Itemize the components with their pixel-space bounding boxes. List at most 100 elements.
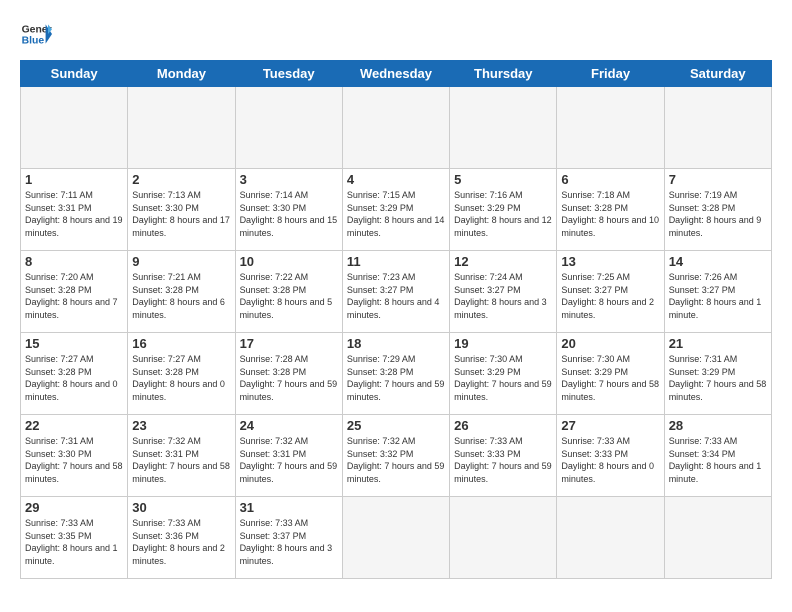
day-number: 29 (25, 500, 123, 515)
sunset-text: Sunset: 3:31 PM (132, 449, 199, 459)
sunset-text: Sunset: 3:28 PM (561, 203, 628, 213)
sunrise-text: Sunrise: 7:24 AM (454, 272, 523, 282)
day-cell-24: 24 Sunrise: 7:32 AM Sunset: 3:31 PM Dayl… (235, 415, 342, 497)
sunset-text: Sunset: 3:37 PM (240, 531, 307, 541)
sunset-text: Sunset: 3:29 PM (454, 367, 521, 377)
sunrise-text: Sunrise: 7:30 AM (454, 354, 523, 364)
day-number: 12 (454, 254, 552, 269)
sunrise-text: Sunrise: 7:15 AM (347, 190, 416, 200)
daylight-text: Daylight: 7 hours and 59 minutes. (454, 379, 552, 402)
sunset-text: Sunset: 3:28 PM (347, 367, 414, 377)
sunrise-text: Sunrise: 7:20 AM (25, 272, 94, 282)
daylight-text: Daylight: 7 hours and 58 minutes. (561, 379, 659, 402)
sunrise-text: Sunrise: 7:33 AM (669, 436, 738, 446)
day-cell-26: 26 Sunrise: 7:33 AM Sunset: 3:33 PM Dayl… (450, 415, 557, 497)
sunrise-text: Sunrise: 7:23 AM (347, 272, 416, 282)
cell-info: Sunrise: 7:32 AM Sunset: 3:31 PM Dayligh… (240, 435, 338, 485)
cell-info: Sunrise: 7:31 AM Sunset: 3:30 PM Dayligh… (25, 435, 123, 485)
day-number: 18 (347, 336, 445, 351)
cell-info: Sunrise: 7:16 AM Sunset: 3:29 PM Dayligh… (454, 189, 552, 239)
daylight-text: Daylight: 8 hours and 0 minutes. (25, 379, 118, 402)
sunrise-text: Sunrise: 7:27 AM (132, 354, 201, 364)
sunrise-text: Sunrise: 7:32 AM (240, 436, 309, 446)
daylight-text: Daylight: 7 hours and 59 minutes. (454, 461, 552, 484)
day-cell-12: 12 Sunrise: 7:24 AM Sunset: 3:27 PM Dayl… (450, 251, 557, 333)
sunset-text: Sunset: 3:36 PM (132, 531, 199, 541)
daylight-text: Daylight: 8 hours and 1 minute. (669, 297, 762, 320)
cell-info: Sunrise: 7:15 AM Sunset: 3:29 PM Dayligh… (347, 189, 445, 239)
logo-icon: General Blue (20, 18, 52, 50)
day-number: 17 (240, 336, 338, 351)
day-cell-25: 25 Sunrise: 7:32 AM Sunset: 3:32 PM Dayl… (342, 415, 449, 497)
cell-info: Sunrise: 7:18 AM Sunset: 3:28 PM Dayligh… (561, 189, 659, 239)
cell-info: Sunrise: 7:13 AM Sunset: 3:30 PM Dayligh… (132, 189, 230, 239)
daylight-text: Daylight: 8 hours and 17 minutes. (132, 215, 230, 238)
sunset-text: Sunset: 3:28 PM (132, 285, 199, 295)
sunset-text: Sunset: 3:27 PM (454, 285, 521, 295)
calendar-row: 15 Sunrise: 7:27 AM Sunset: 3:28 PM Dayl… (21, 333, 772, 415)
day-number: 7 (669, 172, 767, 187)
day-cell-31: 31 Sunrise: 7:33 AM Sunset: 3:37 PM Dayl… (235, 497, 342, 579)
day-header-thursday: Thursday (450, 61, 557, 87)
daylight-text: Daylight: 8 hours and 9 minutes. (669, 215, 762, 238)
day-cell-5: 5 Sunrise: 7:16 AM Sunset: 3:29 PM Dayli… (450, 169, 557, 251)
sunset-text: Sunset: 3:34 PM (669, 449, 736, 459)
day-cell-11: 11 Sunrise: 7:23 AM Sunset: 3:27 PM Dayl… (342, 251, 449, 333)
cell-info: Sunrise: 7:31 AM Sunset: 3:29 PM Dayligh… (669, 353, 767, 403)
day-cell-27: 27 Sunrise: 7:33 AM Sunset: 3:33 PM Dayl… (557, 415, 664, 497)
day-cell-8: 8 Sunrise: 7:20 AM Sunset: 3:28 PM Dayli… (21, 251, 128, 333)
daylight-text: Daylight: 7 hours and 59 minutes. (240, 461, 338, 484)
empty-cell (450, 87, 557, 169)
sunrise-text: Sunrise: 7:14 AM (240, 190, 309, 200)
sunrise-text: Sunrise: 7:25 AM (561, 272, 630, 282)
sunrise-text: Sunrise: 7:29 AM (347, 354, 416, 364)
cell-info: Sunrise: 7:11 AM Sunset: 3:31 PM Dayligh… (25, 189, 123, 239)
page: General Blue SundayMondayTuesdayWednesda… (0, 0, 792, 589)
day-cell-29: 29 Sunrise: 7:33 AM Sunset: 3:35 PM Dayl… (21, 497, 128, 579)
empty-cell (342, 87, 449, 169)
sunset-text: Sunset: 3:28 PM (669, 203, 736, 213)
sunset-text: Sunset: 3:29 PM (454, 203, 521, 213)
daylight-text: Daylight: 7 hours and 58 minutes. (25, 461, 123, 484)
daylight-text: Daylight: 8 hours and 0 minutes. (132, 379, 225, 402)
day-cell-6: 6 Sunrise: 7:18 AM Sunset: 3:28 PM Dayli… (557, 169, 664, 251)
daylight-text: Daylight: 8 hours and 4 minutes. (347, 297, 440, 320)
sunset-text: Sunset: 3:32 PM (347, 449, 414, 459)
daylight-text: Daylight: 8 hours and 6 minutes. (132, 297, 225, 320)
cell-info: Sunrise: 7:30 AM Sunset: 3:29 PM Dayligh… (454, 353, 552, 403)
empty-cell (21, 87, 128, 169)
day-cell-3: 3 Sunrise: 7:14 AM Sunset: 3:30 PM Dayli… (235, 169, 342, 251)
daylight-text: Daylight: 7 hours and 58 minutes. (669, 379, 767, 402)
daylight-text: Daylight: 8 hours and 15 minutes. (240, 215, 338, 238)
calendar-header-row: SundayMondayTuesdayWednesdayThursdayFrid… (21, 61, 772, 87)
sunset-text: Sunset: 3:33 PM (454, 449, 521, 459)
calendar-row (21, 87, 772, 169)
cell-info: Sunrise: 7:32 AM Sunset: 3:31 PM Dayligh… (132, 435, 230, 485)
sunset-text: Sunset: 3:27 PM (561, 285, 628, 295)
day-number: 23 (132, 418, 230, 433)
cell-info: Sunrise: 7:25 AM Sunset: 3:27 PM Dayligh… (561, 271, 659, 321)
daylight-text: Daylight: 8 hours and 5 minutes. (240, 297, 333, 320)
day-number: 16 (132, 336, 230, 351)
day-number: 31 (240, 500, 338, 515)
cell-info: Sunrise: 7:33 AM Sunset: 3:33 PM Dayligh… (561, 435, 659, 485)
sunrise-text: Sunrise: 7:30 AM (561, 354, 630, 364)
cell-info: Sunrise: 7:33 AM Sunset: 3:37 PM Dayligh… (240, 517, 338, 567)
header: General Blue (20, 18, 772, 50)
sunset-text: Sunset: 3:27 PM (669, 285, 736, 295)
sunrise-text: Sunrise: 7:31 AM (669, 354, 738, 364)
sunset-text: Sunset: 3:31 PM (240, 449, 307, 459)
day-cell-19: 19 Sunrise: 7:30 AM Sunset: 3:29 PM Dayl… (450, 333, 557, 415)
cell-info: Sunrise: 7:29 AM Sunset: 3:28 PM Dayligh… (347, 353, 445, 403)
calendar: SundayMondayTuesdayWednesdayThursdayFrid… (20, 60, 772, 579)
day-number: 22 (25, 418, 123, 433)
sunset-text: Sunset: 3:30 PM (240, 203, 307, 213)
logo: General Blue (20, 18, 56, 50)
empty-cell (450, 497, 557, 579)
day-number: 30 (132, 500, 230, 515)
daylight-text: Daylight: 7 hours and 58 minutes. (132, 461, 230, 484)
day-number: 27 (561, 418, 659, 433)
empty-cell (557, 87, 664, 169)
sunset-text: Sunset: 3:28 PM (240, 367, 307, 377)
sunset-text: Sunset: 3:30 PM (132, 203, 199, 213)
